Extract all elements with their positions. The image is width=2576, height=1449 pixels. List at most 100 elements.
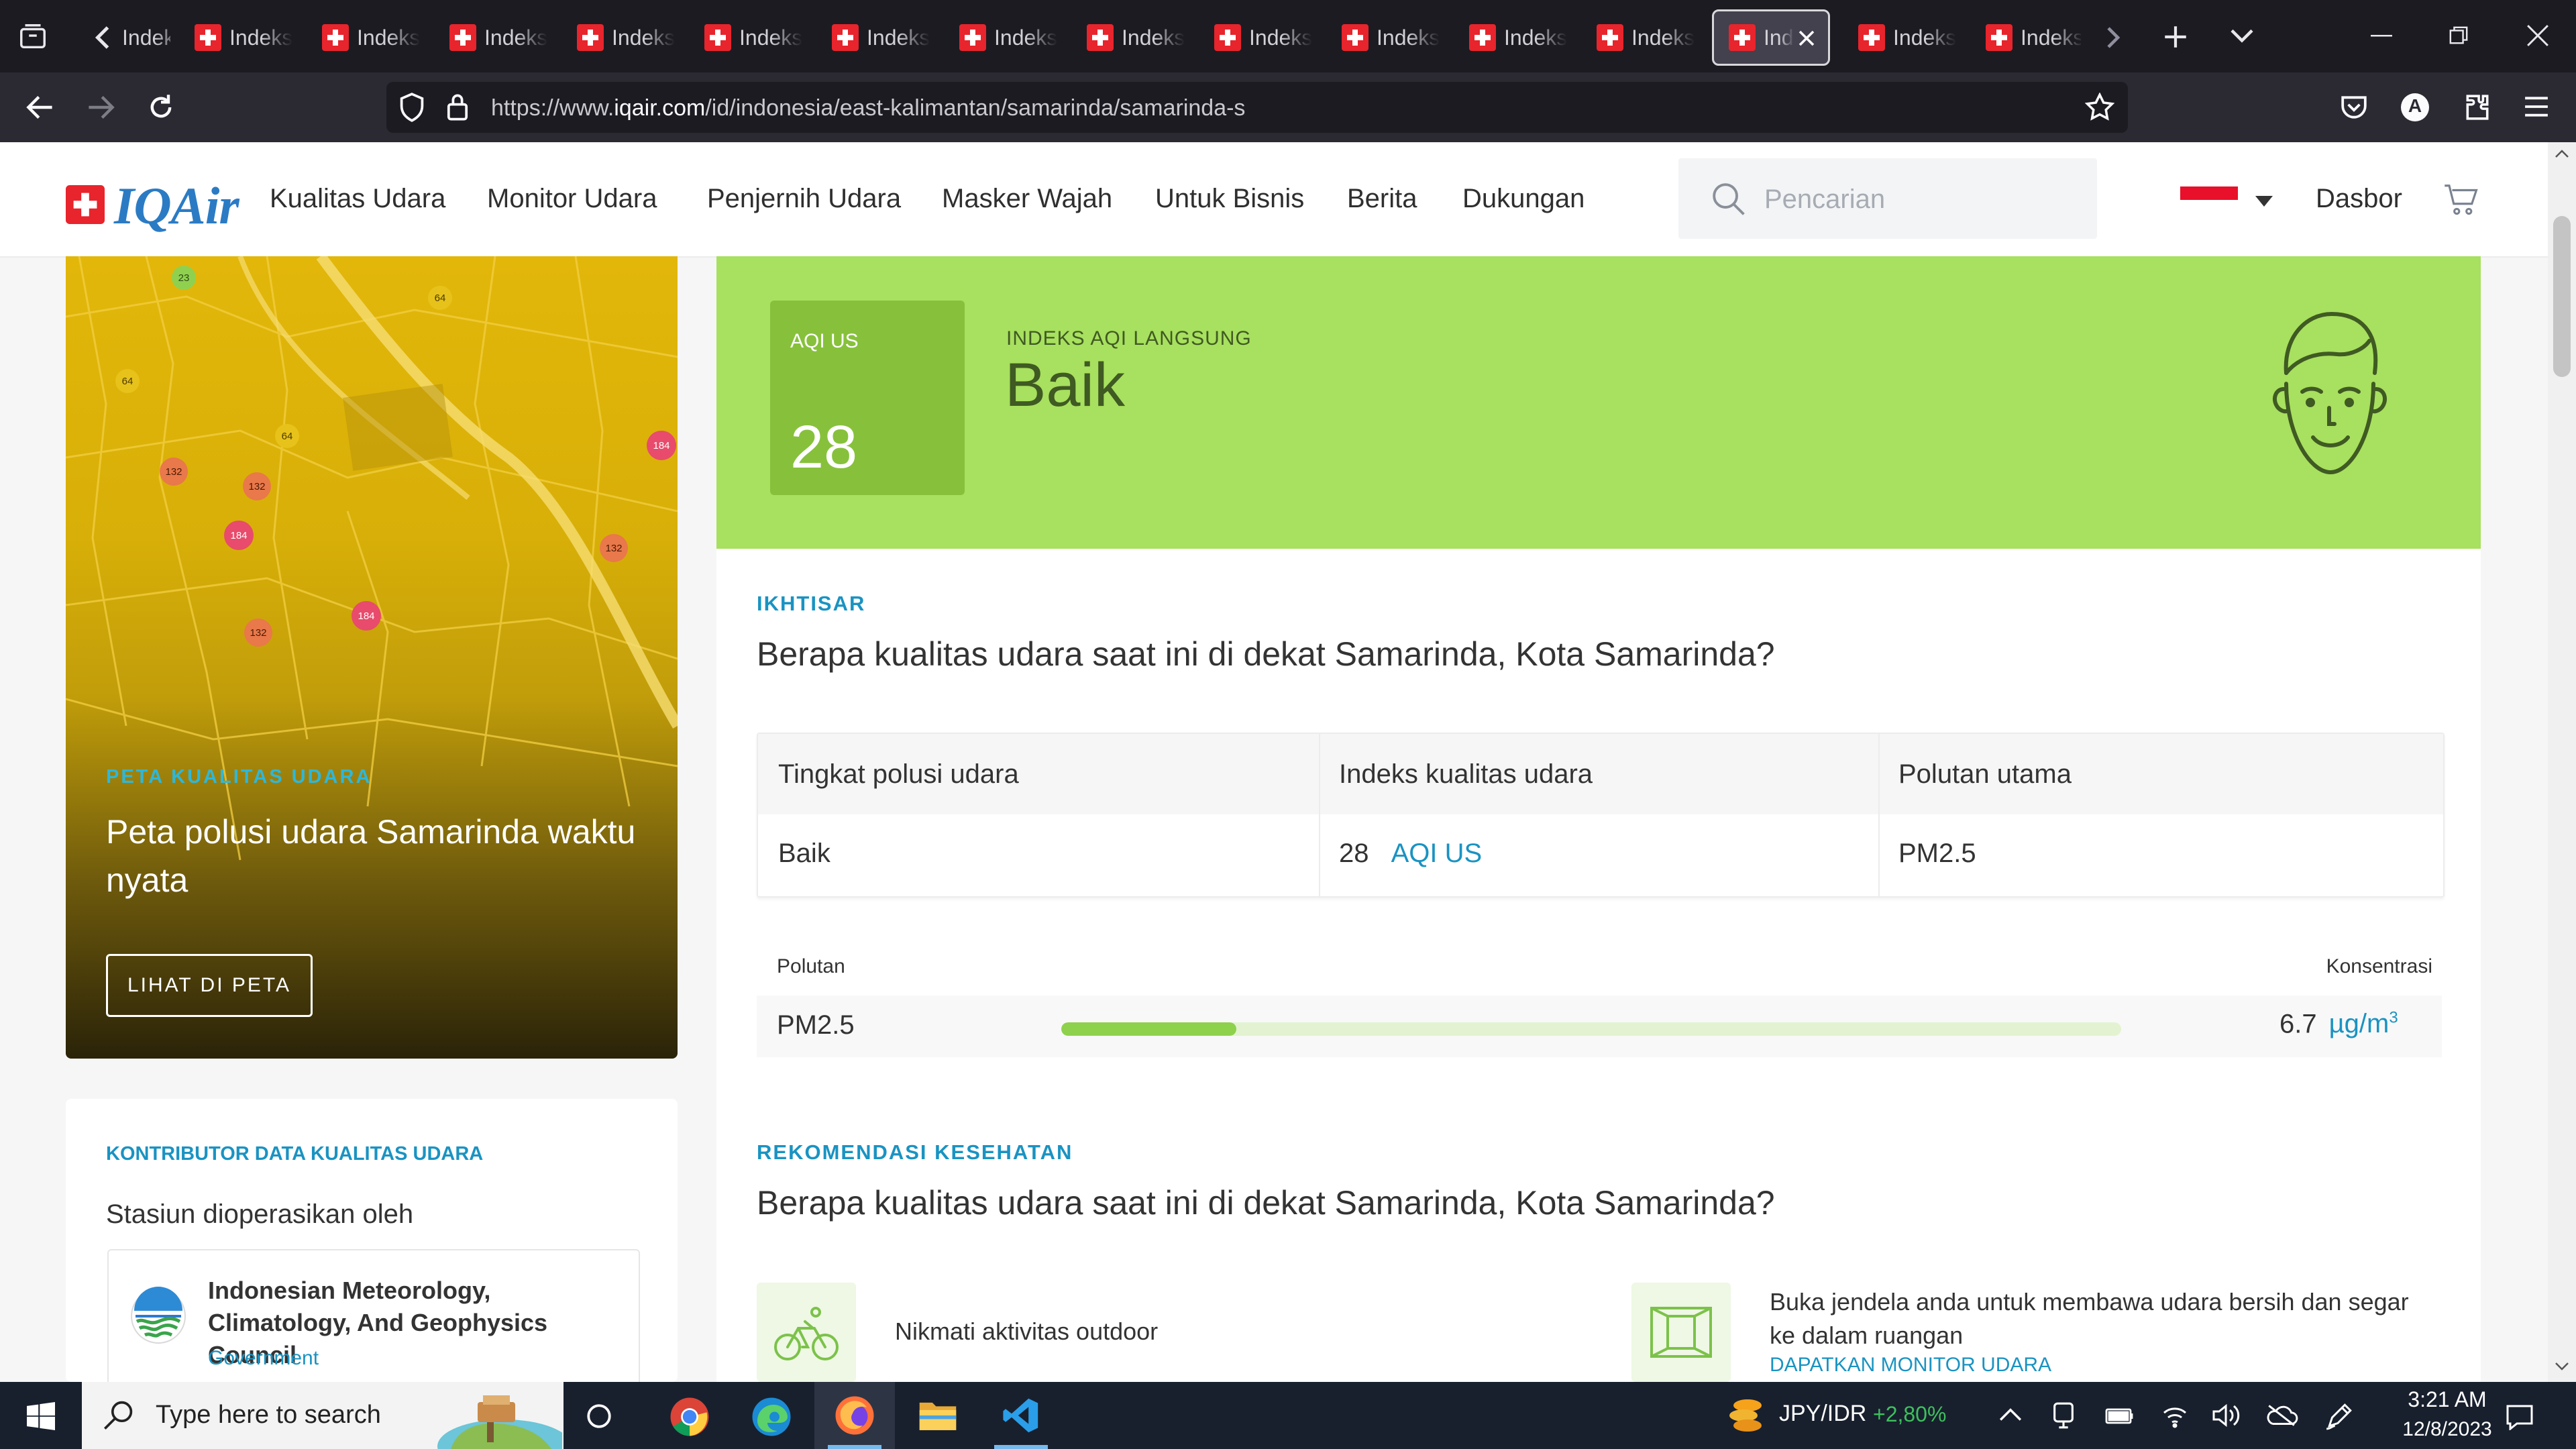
browser-tab[interactable]: Indeks <box>176 9 294 66</box>
clock-date[interactable]: 12/8/2023 <box>2380 1418 2514 1441</box>
map-marker[interactable]: 23 <box>172 266 196 290</box>
extensions-icon[interactable] <box>2463 93 2491 122</box>
minimize-window-icon[interactable] <box>2371 35 2392 38</box>
page-scrollbar[interactable] <box>2548 142 2576 1382</box>
nav-air-monitors[interactable]: Monitor Udara <box>487 184 657 214</box>
ticker-pair[interactable]: JPY/IDR <box>1779 1401 1866 1427</box>
map-marker[interactable]: 132 <box>244 619 272 647</box>
site-search[interactable] <box>1678 158 2097 239</box>
browser-tab[interactable]: Indeks <box>558 9 676 66</box>
account-avatar[interactable]: A <box>2400 93 2430 122</box>
language-selector[interactable] <box>2180 178 2274 219</box>
get-air-monitor-link[interactable]: DAPATKAN MONITOR UDARA <box>1770 1354 2051 1377</box>
browser-tab[interactable]: Indeks <box>303 9 421 66</box>
tab-title: Indeks <box>484 25 548 50</box>
pollutant-row[interactable]: PM2.5 6.7 µg/m3 <box>757 996 2442 1057</box>
browser-tab[interactable]: Indeks <box>1195 9 1313 66</box>
map-marker[interactable]: 64 <box>115 369 140 393</box>
taskbar-edge[interactable] <box>731 1382 812 1449</box>
browser-tab[interactable]: Indeks <box>1578 9 1696 66</box>
dashboard-link[interactable]: Dasbor <box>2316 184 2402 214</box>
address-bar[interactable]: https://www.iqair.com/id/indonesia/east-… <box>386 82 2128 133</box>
map-marker[interactable]: 184 <box>224 521 254 550</box>
browser-tab[interactable]: Indeks <box>813 9 931 66</box>
table-cell-index: 28 AQI US <box>1339 839 1482 869</box>
taskbar-search-placeholder: Type here to search <box>156 1401 381 1429</box>
tab-overview-icon[interactable] <box>17 21 48 52</box>
pen-workspace-icon[interactable] <box>2325 1402 2353 1430</box>
forward-icon[interactable] <box>86 94 115 121</box>
map-marker[interactable]: 64 <box>428 286 452 310</box>
menu-hamburger-icon[interactable] <box>2524 95 2549 118</box>
concentration-unit[interactable]: µg/m3 <box>2329 1009 2398 1038</box>
pollutant-concentration: 6.7 µg/m3 <box>2279 1009 2398 1039</box>
close-window-icon[interactable] <box>2526 24 2549 47</box>
aqi-badge: AQI US 28 <box>770 301 965 495</box>
nav-air-quality[interactable]: Kualitas Udara <box>270 184 445 214</box>
task-view-icon[interactable] <box>585 1402 613 1430</box>
marker-value: 23 <box>178 272 190 284</box>
notifications-icon[interactable] <box>2505 1403 2534 1430</box>
taskbar-firefox[interactable] <box>814 1382 895 1449</box>
nav-face-masks[interactable]: Masker Wajah <box>942 184 1112 214</box>
taskbar-search[interactable]: Type here to search <box>82 1382 564 1449</box>
cart-icon[interactable] <box>2443 182 2479 216</box>
nav-air-purifiers[interactable]: Penjernih Udara <box>707 184 901 214</box>
windows-start-icon[interactable] <box>27 1402 55 1430</box>
map-marker[interactable]: 132 <box>243 472 271 500</box>
onedrive-offline-icon[interactable] <box>2265 1403 2298 1428</box>
restore-window-icon[interactable] <box>2449 25 2469 46</box>
taskbar-vscode[interactable] <box>981 1382 1061 1449</box>
nav-support[interactable]: Dukungan <box>1462 184 1585 214</box>
browser-tab[interactable]: Indeks <box>1323 9 1441 66</box>
aqi-unit-link[interactable]: AQI US <box>1391 839 1483 868</box>
scroll-up-icon[interactable] <box>2555 149 2569 158</box>
list-all-tabs-icon[interactable] <box>2229 25 2255 46</box>
tabs-scroll-right-icon[interactable] <box>2104 24 2123 51</box>
map-marker[interactable]: 184 <box>352 601 381 631</box>
battery-icon[interactable] <box>2105 1403 2135 1426</box>
search-input[interactable] <box>1763 181 2074 217</box>
account-initial: A <box>2408 95 2422 116</box>
tabs-scroll-left-icon[interactable] <box>91 24 114 51</box>
lock-icon[interactable] <box>445 93 470 122</box>
nav-business[interactable]: Untuk Bisnis <box>1155 184 1304 214</box>
map-marker[interactable]: 184 <box>647 431 676 460</box>
bookmark-star-icon[interactable] <box>2085 93 2114 122</box>
browser-tab[interactable]: Indeks <box>118 9 170 66</box>
air-quality-map-card[interactable]: 23 64 64 64 132 132 132 132 184 184 184 … <box>66 256 678 1059</box>
new-tab-icon[interactable] <box>2161 23 2190 51</box>
back-icon[interactable] <box>25 94 55 121</box>
close-tab-icon[interactable] <box>1796 28 1817 49</box>
map-marker[interactable]: 132 <box>600 534 628 562</box>
concentration-header: Konsentrasi <box>2326 955 2432 977</box>
browser-tab[interactable]: Indeks <box>431 9 549 66</box>
browser-tab[interactable]: Indeks <box>1450 9 1568 66</box>
browser-tab[interactable]: Indeks <box>1839 9 1957 66</box>
view-on-map-button[interactable]: LIHAT DI PETA <box>106 954 313 1017</box>
volume-icon[interactable] <box>2211 1402 2241 1429</box>
browser-tab[interactable]: Indeks <box>686 9 804 66</box>
tracking-protection-shield-icon[interactable] <box>398 93 425 122</box>
taskbar-chrome[interactable] <box>649 1382 730 1449</box>
search-highlight-illustration-icon <box>437 1395 562 1449</box>
nav-news[interactable]: Berita <box>1347 184 1417 214</box>
url-text[interactable]: https://www.iqair.com/id/indonesia/east-… <box>491 95 1245 121</box>
taskbar-file-explorer[interactable] <box>898 1382 978 1449</box>
browser-tab-active[interactable]: Indeks <box>1712 9 1830 66</box>
map-marker[interactable]: 132 <box>160 458 188 486</box>
scrollbar-thumb[interactable] <box>2553 216 2571 377</box>
pocket-icon[interactable] <box>2340 94 2368 121</box>
map-marker[interactable]: 64 <box>275 424 299 448</box>
scroll-down-icon[interactable] <box>2555 1362 2569 1371</box>
reload-icon[interactable] <box>146 93 176 122</box>
wifi-icon[interactable] <box>2161 1402 2188 1429</box>
meet-now-icon[interactable] <box>2051 1402 2076 1429</box>
browser-tab[interactable]: Indeks <box>1068 9 1186 66</box>
browser-tab[interactable]: Indeks <box>941 9 1059 66</box>
browser-tab[interactable]: Indeks <box>1967 9 2081 66</box>
iqair-logo[interactable]: IQAir <box>66 176 254 235</box>
contributor-item[interactable]: Indonesian Meteorology, Climatology, And… <box>107 1249 640 1382</box>
show-hidden-icons-icon[interactable] <box>1999 1406 2022 1422</box>
clock-time[interactable]: 3:21 AM <box>2380 1387 2514 1412</box>
